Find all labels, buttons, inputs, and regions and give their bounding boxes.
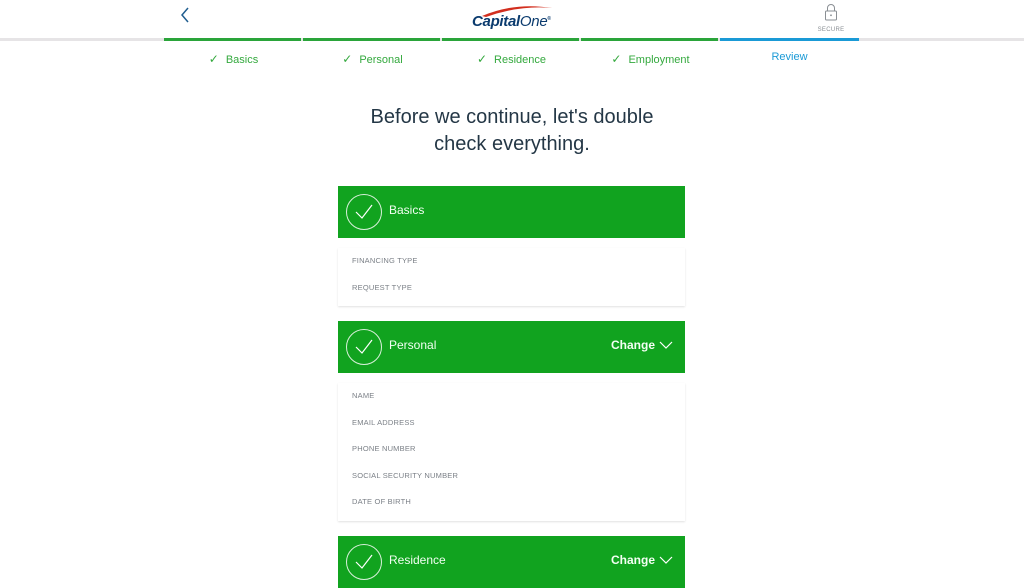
progress-segment-personal [303,38,440,41]
section-title: Personal [389,338,437,352]
step-review[interactable]: Review [720,51,859,63]
step-residence[interactable]: ✓ Residence [442,52,581,66]
chevron-down-icon [659,341,673,349]
section-body-basics: FINANCING TYPE REQUEST TYPE [338,248,685,306]
chevron-down-icon [659,556,673,564]
chevron-left-icon [181,7,189,23]
page-headline: Before we continue, let's double check e… [312,104,712,158]
progress-segment-basics [164,38,301,41]
check-circle-icon [346,329,382,365]
field-label: NAME [352,391,375,400]
step-personal[interactable]: ✓ Personal [303,52,442,66]
progress-segment-employment [581,38,718,41]
change-label: Change [610,338,655,352]
section-body-personal: NAME EMAIL ADDRESS PHONE NUMBER SOCIAL S… [338,383,685,521]
field-label: DATE OF BIRTH [352,497,411,506]
section-header-basics[interactable]: Basics [338,186,685,238]
change-button[interactable]: Change [611,338,673,352]
secure-indicator: SECURE [812,3,850,33]
check-icon: ✓ [476,52,488,66]
check-circle-icon [346,544,382,580]
field-label: REQUEST TYPE [352,283,413,292]
logo-text: CapitalOne® [472,13,551,30]
secure-label: SECURE [817,27,845,33]
step-basics[interactable]: ✓ Basics [164,52,303,66]
step-label: Employment [628,54,690,66]
check-circle-icon [346,194,382,230]
capital-one-logo: CapitalOne® [470,4,554,32]
change-label: Change [610,553,655,567]
step-employment[interactable]: ✓ Employment [581,52,720,66]
headline-line-2: check everything. [434,133,590,155]
back-button[interactable] [176,4,196,26]
progress-steps: ✓ Basics ✓ Personal ✓ Residence ✓ Employment… [164,51,859,72]
progress-segment-review [720,38,859,41]
check-icon: ✓ [208,52,219,66]
change-button[interactable]: Change [611,553,673,567]
field-label: FINANCING TYPE [352,256,418,265]
step-label: Basics [225,54,259,66]
step-label: Review [771,51,808,63]
step-label: Residence [494,54,547,66]
check-icon: ✓ [611,52,622,66]
lock-icon [825,4,837,21]
progress-segment-residence [442,38,579,41]
check-icon: ✓ [342,52,353,66]
field-label: EMAIL ADDRESS [352,418,415,427]
section-title: Basics [389,203,425,217]
field-label: PHONE NUMBER [352,444,416,453]
section-header-personal[interactable]: Personal Change [338,321,685,373]
section-title: Residence [389,553,446,567]
section-header-residence[interactable]: Residence Change [338,536,685,588]
field-label: SOCIAL SECURITY NUMBER [352,471,459,480]
step-label: Personal [359,54,403,66]
top-bar: CapitalOne® SECURE [0,0,1024,38]
headline-line-1: Before we continue, let's double [370,106,654,128]
